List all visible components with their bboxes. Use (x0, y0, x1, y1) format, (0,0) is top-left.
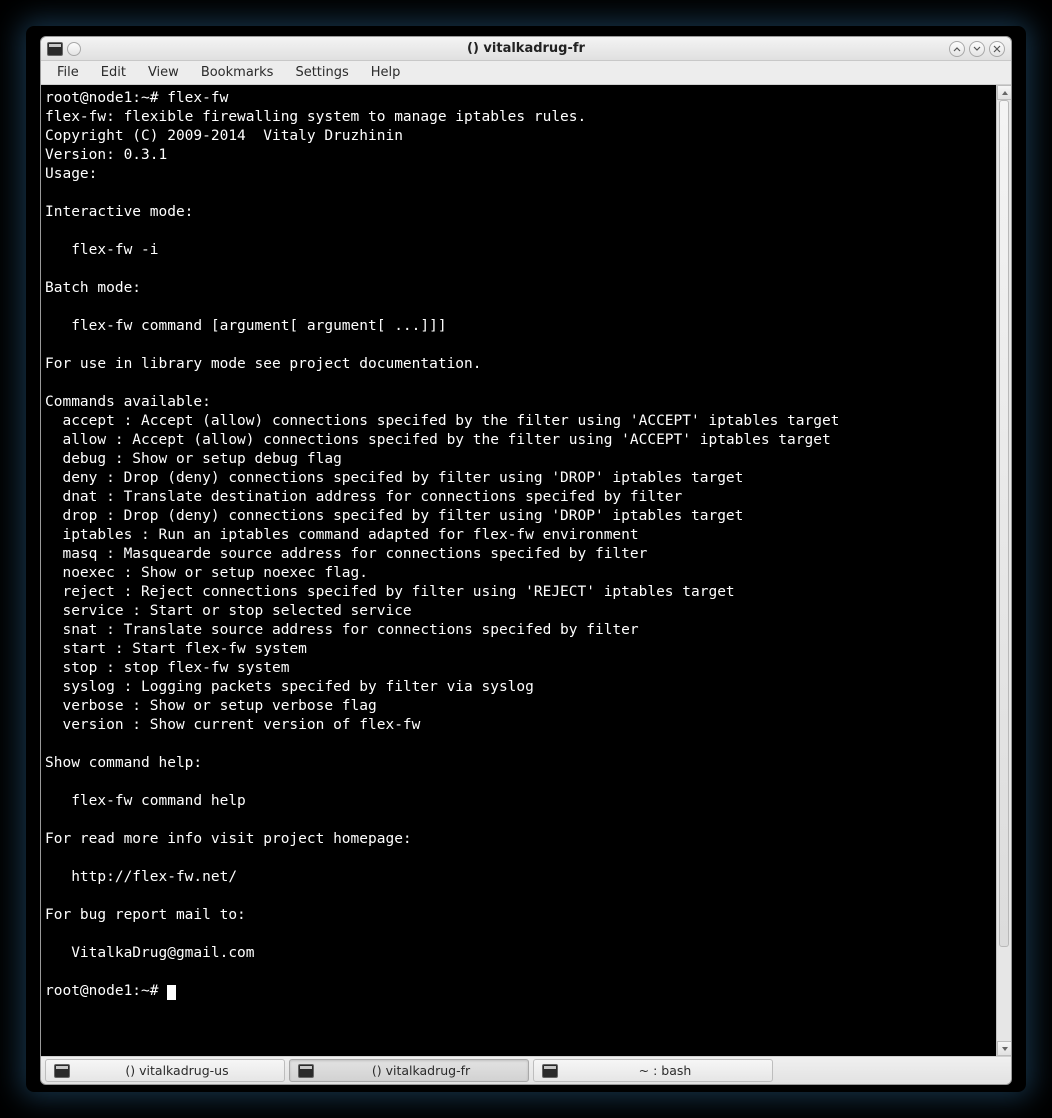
terminal-line: debug : Show or setup debug flag (45, 451, 342, 467)
titlebar[interactable]: () vitalkadrug-fr (41, 37, 1011, 61)
terminal-icon (54, 1064, 70, 1078)
terminal-icon (298, 1064, 314, 1078)
taskbar-item-label: () vitalkadrug-us (78, 1063, 276, 1078)
menu-edit[interactable]: Edit (91, 63, 136, 82)
menu-file[interactable]: File (47, 63, 89, 82)
menu-settings[interactable]: Settings (285, 63, 358, 82)
terminal-line: stop : stop flex-fw system (45, 660, 289, 676)
close-button[interactable] (989, 41, 1005, 57)
terminal-line: Batch mode: (45, 280, 141, 296)
scrollbar-track[interactable] (997, 100, 1011, 1041)
taskbar-item-label: () vitalkadrug-fr (322, 1063, 520, 1078)
maximize-button[interactable] (969, 41, 985, 57)
terminal-line: noexec : Show or setup noexec flag. (45, 565, 368, 581)
terminal-line: reject : Reject connections specifed by … (45, 584, 735, 600)
sticky-toggle-icon[interactable] (67, 42, 81, 56)
terminal-line: snat : Translate source address for conn… (45, 622, 639, 638)
menu-bookmarks[interactable]: Bookmarks (191, 63, 284, 82)
terminal-line: http://flex-fw.net/ (45, 869, 237, 885)
scrollbar-thumb[interactable] (999, 100, 1009, 947)
menubar: File Edit View Bookmarks Settings Help (41, 61, 1011, 85)
menu-help[interactable]: Help (361, 63, 411, 82)
terminal-prompt: root@node1:~# (45, 983, 167, 999)
terminal-line: deny : Drop (deny) connections specifed … (45, 470, 743, 486)
app-icon (47, 42, 63, 56)
terminal-line: masq : Masquearde source address for con… (45, 546, 647, 562)
terminal-line: For bug report mail to: (45, 907, 246, 923)
taskbar-item-bash[interactable]: ~ : bash (533, 1059, 773, 1082)
taskbar-item-us[interactable]: () vitalkadrug-us (45, 1059, 285, 1082)
terminal-wrap: root@node1:~# flex-fw flex-fw: flexible … (41, 85, 1011, 1056)
scroll-down-button[interactable] (997, 1041, 1011, 1056)
window-title: () vitalkadrug-fr (41, 41, 1011, 56)
terminal-line: Usage: (45, 166, 97, 182)
terminal-line: syslog : Logging packets specifed by fil… (45, 679, 534, 695)
terminal-line: flex-fw command [argument[ argument[ ...… (45, 318, 447, 334)
terminal-line: service : Start or stop selected service (45, 603, 412, 619)
terminal-line: Commands available: (45, 394, 211, 410)
taskbar-item-fr[interactable]: () vitalkadrug-fr (289, 1059, 529, 1082)
terminal-line: For read more info visit project homepag… (45, 831, 412, 847)
terminal-line: start : Start flex-fw system (45, 641, 307, 657)
terminal-icon (542, 1064, 558, 1078)
scrollbar[interactable] (996, 85, 1011, 1056)
terminal-line: flex-fw -i (45, 242, 159, 258)
terminal-line: flex-fw command help (45, 793, 246, 809)
terminal-line: verbose : Show or setup verbose flag (45, 698, 377, 714)
terminal-line: flex-fw: flexible firewalling system to … (45, 109, 586, 125)
menu-view[interactable]: View (138, 63, 189, 82)
terminal-line: Interactive mode: (45, 204, 193, 220)
terminal-line: Copyright (C) 2009-2014 Vitaly Druzhinin (45, 128, 403, 144)
terminal-line: Show command help: (45, 755, 202, 771)
terminal[interactable]: root@node1:~# flex-fw flex-fw: flexible … (41, 85, 996, 1056)
terminal-line: Version: 0.3.1 (45, 147, 167, 163)
terminal-line: drop : Drop (deny) connections specifed … (45, 508, 743, 524)
terminal-line: VitalkaDrug@gmail.com (45, 945, 255, 961)
minimize-button[interactable] (949, 41, 965, 57)
terminal-line: For use in library mode see project docu… (45, 356, 482, 372)
taskbar: () vitalkadrug-us () vitalkadrug-fr ~ : … (41, 1056, 1011, 1084)
terminal-line: root@node1:~# flex-fw (45, 90, 228, 106)
taskbar-item-label: ~ : bash (566, 1063, 764, 1078)
terminal-line: iptables : Run an iptables command adapt… (45, 527, 639, 543)
terminal-line: accept : Accept (allow) connections spec… (45, 413, 839, 429)
terminal-line: allow : Accept (allow) connections speci… (45, 432, 831, 448)
terminal-window: () vitalkadrug-fr File Edit View Bookmar… (40, 36, 1012, 1085)
scroll-up-button[interactable] (997, 85, 1011, 100)
terminal-line: version : Show current version of flex-f… (45, 717, 420, 733)
cursor-icon (167, 985, 176, 1000)
terminal-line: dnat : Translate destination address for… (45, 489, 682, 505)
